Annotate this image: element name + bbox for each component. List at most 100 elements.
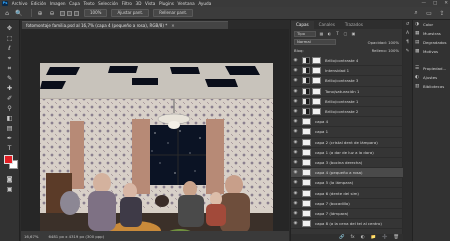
filter-shape-icon[interactable]: ▢ [343, 31, 348, 36]
dock-color[interactable]: ◑ Color [413, 20, 450, 29]
layer-row[interactable]: ◉ capa 1 [291, 127, 403, 138]
layer-row[interactable]: ◉ capa 7 (bocadillo) [291, 199, 403, 209]
visibility-eye-icon[interactable]: ◉ [291, 211, 300, 216]
filter-adjust-icon[interactable]: ◐ [327, 31, 332, 36]
layer-thumb[interactable] [302, 199, 311, 207]
menu-imagen[interactable]: Imagen [48, 1, 67, 6]
paragraph-icon[interactable]: ¶ [403, 38, 412, 47]
layer-row[interactable]: ◉ Brillo/contraste 1 [291, 97, 403, 107]
layer-row[interactable]: ◉ capa 5 (la lámpara) [291, 178, 403, 189]
quick-select-tool-icon[interactable]: ⌖ [3, 54, 16, 63]
layer-thumb[interactable] [302, 209, 311, 217]
layer-style-icon[interactable]: fx [350, 235, 354, 240]
brush-tool-icon[interactable]: ✐ [3, 94, 16, 103]
resize-windows-checkbox[interactable] [60, 10, 65, 16]
zoom-all-checkbox[interactable] [67, 10, 72, 16]
zoom-tool-icon[interactable]: 🔍 [15, 9, 23, 17]
visibility-eye-icon[interactable]: ◉ [291, 191, 300, 196]
menu-edicion[interactable]: Edición [29, 1, 48, 6]
dock-adjustments[interactable]: ◐ Ajustes [413, 73, 450, 82]
close-window-icon[interactable]: ✕ [444, 1, 448, 6]
menu-seleccion[interactable]: Selección [96, 1, 120, 6]
delete-layer-icon[interactable]: 🗑 [393, 235, 399, 240]
visibility-eye-icon[interactable]: ◉ [291, 78, 300, 83]
menu-filtro[interactable]: Filtro [120, 1, 134, 6]
zoom-out-icon[interactable]: ⊖ [48, 9, 56, 17]
dock-patterns[interactable]: ▩ Motivos [413, 47, 450, 56]
layer-mask-thumb[interactable] [312, 87, 321, 95]
canvas-area[interactable] [21, 29, 289, 231]
visibility-eye-icon[interactable]: ◉ [291, 180, 300, 185]
tab-canales[interactable]: Canales [314, 21, 340, 29]
menu-capa[interactable]: Capa [67, 1, 81, 6]
character-icon[interactable]: A [403, 29, 412, 38]
visibility-eye-icon[interactable]: ◉ [291, 58, 300, 63]
layer-row[interactable]: ◉ capa 6 (dente del sim) [291, 188, 403, 199]
layer-thumb[interactable] [302, 158, 311, 166]
gradient-tool-icon[interactable]: ▤ [3, 124, 16, 133]
layer-row[interactable]: ◉ Tono/saturación 1 [291, 87, 403, 97]
visibility-eye-icon[interactable]: ◉ [291, 221, 300, 226]
visibility-eye-icon[interactable]: ◉ [291, 140, 300, 145]
layer-thumb[interactable] [302, 148, 311, 156]
pen-tool-icon[interactable]: ✒ [3, 134, 16, 143]
visibility-eye-icon[interactable]: ◉ [291, 129, 300, 134]
move-tool-icon[interactable]: ✥ [3, 24, 16, 33]
history-icon[interactable]: ↺ [403, 20, 412, 29]
visibility-eye-icon[interactable]: ◉ [291, 99, 300, 104]
layer-thumb[interactable] [302, 138, 311, 146]
layer-thumb[interactable] [302, 169, 311, 177]
layer-row[interactable]: ◉ capa 3 (bocina derecha) [291, 158, 403, 169]
visibility-eye-icon[interactable]: ◉ [291, 68, 300, 73]
foreground-color-swatch[interactable] [4, 155, 13, 164]
tab-trazados[interactable]: Trazados [340, 21, 368, 29]
menu-archivo[interactable]: Archivo [10, 1, 29, 6]
clone-stamp-tool-icon[interactable]: ⚲ [3, 104, 16, 113]
layer-row[interactable]: ◉ capa 4 [291, 117, 403, 128]
scrubby-zoom-checkbox[interactable] [74, 10, 79, 16]
menu-vista[interactable]: Vista [143, 1, 157, 6]
hundred-percent-button[interactable]: 100% [84, 9, 108, 17]
layer-row[interactable]: ◉ Intensidad 1 [291, 66, 403, 77]
workspace-icon[interactable]: ▭ [425, 9, 433, 17]
fill-field[interactable]: Relleno: 100% [372, 48, 399, 53]
dock-properties[interactable]: ☰ Propiedad... [413, 64, 450, 73]
menu-ayuda[interactable]: Ayuda [197, 1, 214, 6]
brush-settings-icon[interactable]: ✎ [403, 47, 412, 56]
menu-3d[interactable]: 3D [134, 1, 143, 6]
type-tool-icon[interactable]: T [3, 144, 16, 153]
menu-plugins[interactable]: Plugins [157, 1, 176, 6]
visibility-eye-icon[interactable]: ◉ [291, 170, 300, 175]
close-document-icon[interactable]: ✕ [171, 23, 174, 28]
healing-brush-tool-icon[interactable]: ✚ [3, 84, 16, 93]
layer-mask-thumb[interactable] [312, 67, 321, 75]
document-tab[interactable]: fotomontaje familia.psd al 16,7% (capa 4… [22, 21, 228, 29]
layer-thumb[interactable] [302, 128, 311, 136]
minimize-icon[interactable]: — [421, 1, 426, 6]
visibility-eye-icon[interactable]: ◉ [291, 160, 300, 165]
layer-thumb[interactable] [302, 220, 311, 228]
layer-row[interactable]: ◉ capa 2 (cristal dent de lámpara) [291, 138, 403, 148]
new-group-icon[interactable]: 📁 [370, 235, 375, 240]
photo-image[interactable] [40, 63, 273, 231]
visibility-eye-icon[interactable]: ◉ [291, 89, 300, 94]
zoom-readout[interactable]: 16,67% [24, 234, 38, 239]
quick-mask-icon[interactable]: ◙ [3, 175, 16, 184]
screen-mode-icon[interactable]: ▣ [3, 185, 16, 194]
fit-screen-button[interactable]: Ajustar pant. [111, 9, 150, 17]
dock-gradients[interactable]: ▤ Degradados [413, 38, 450, 47]
menu-texto[interactable]: Texto [82, 1, 97, 6]
eyedropper-tool-icon[interactable]: ✎ [3, 74, 16, 83]
eraser-tool-icon[interactable]: ◧ [3, 114, 16, 123]
layer-row[interactable]: ◉ Brillo/contraste 4 [291, 56, 403, 67]
visibility-eye-icon[interactable]: ◉ [291, 150, 300, 155]
add-mask-icon[interactable]: ◐ [361, 235, 365, 240]
share-icon[interactable]: ⇪ [438, 9, 446, 17]
home-icon[interactable]: ⌂ [3, 9, 11, 17]
filter-pixel-icon[interactable]: ▦ [319, 31, 324, 36]
layer-thumb[interactable] [302, 118, 311, 126]
maximize-icon[interactable]: □ [433, 1, 437, 6]
blend-mode-select[interactable]: Normal [294, 39, 336, 45]
layer-row[interactable]: ◉ capa 7 (lámpara) [291, 209, 403, 219]
dock-libraries[interactable]: ▥ Bibliotecas [413, 82, 450, 91]
